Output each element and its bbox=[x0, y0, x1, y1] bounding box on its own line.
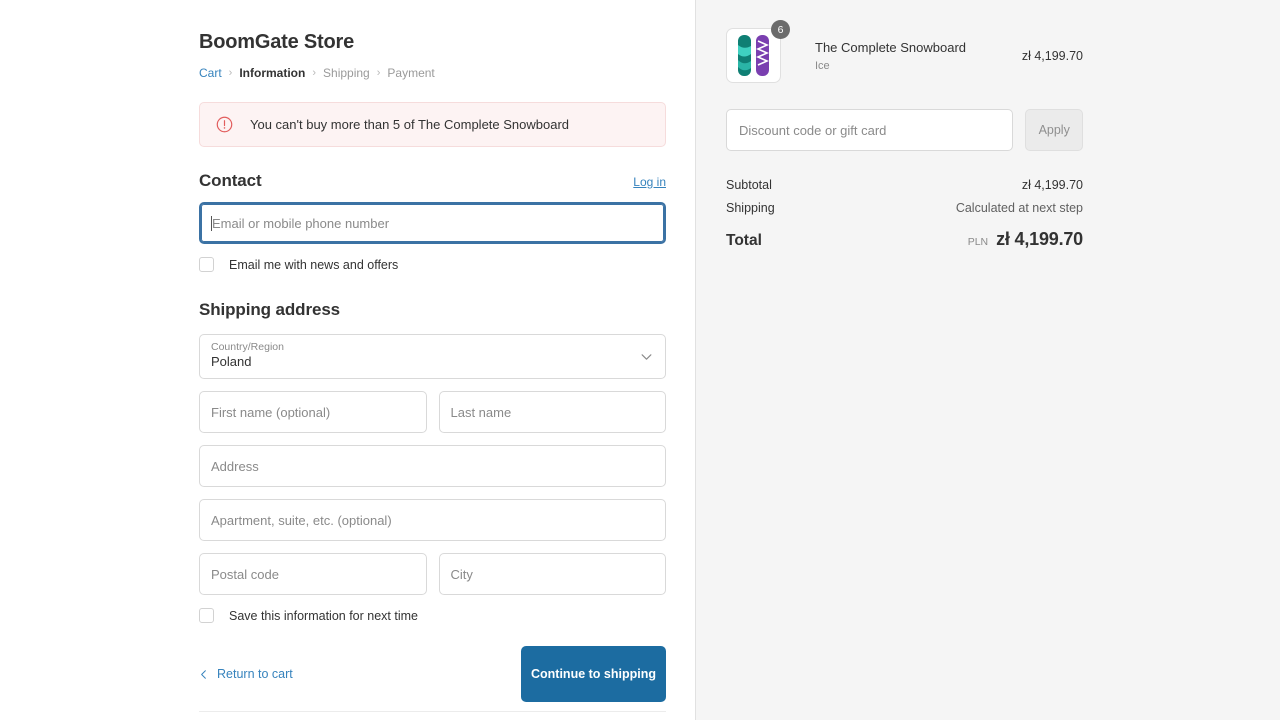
line-item: 6 The Complete Snowboard Ice zł 4,199.70 bbox=[726, 20, 1083, 83]
total-currency-code: PLN bbox=[967, 236, 989, 248]
name-fields-row: First name (optional) Last name bbox=[199, 391, 666, 433]
footer-divider bbox=[199, 711, 666, 712]
quantity-badge: 6 bbox=[771, 20, 790, 39]
order-summary-panel: 6 The Complete Snowboard Ice zł 4,199.70… bbox=[696, 0, 1280, 720]
last-name-input[interactable]: Last name bbox=[438, 391, 666, 433]
log-in-link[interactable]: Log in bbox=[633, 175, 666, 189]
address-placeholder: Address bbox=[211, 458, 259, 474]
postal-code-input[interactable]: Postal code bbox=[199, 553, 427, 595]
save-info-checkbox[interactable] bbox=[199, 608, 214, 623]
shipping-label: Shipping bbox=[726, 201, 775, 215]
shipping-row: Shipping Calculated at next step bbox=[726, 201, 1083, 215]
chevron-left-icon bbox=[201, 669, 206, 679]
contact-title: Contact bbox=[199, 171, 262, 190]
continue-to-shipping-button[interactable]: Continue to shipping bbox=[521, 646, 666, 702]
subtotal-row: Subtotal zł 4,199.70 bbox=[726, 178, 1083, 192]
breadcrumb: Cart › Information › Shipping › Payment bbox=[199, 66, 666, 80]
error-circle-icon bbox=[216, 116, 233, 133]
newsletter-checkbox-row[interactable]: Email me with news and offers bbox=[199, 257, 666, 272]
country-region-value: Poland bbox=[211, 354, 252, 369]
country-region-label: Country/Region bbox=[211, 341, 284, 353]
breadcrumb-payment: Payment bbox=[387, 66, 435, 80]
postal-city-row: Postal code City bbox=[199, 553, 666, 595]
address-input[interactable]: Address bbox=[199, 445, 666, 487]
newsletter-checkbox[interactable] bbox=[199, 257, 214, 272]
newsletter-label: Email me with news and offers bbox=[229, 257, 399, 272]
form-actions: Return to cart Continue to shipping bbox=[199, 646, 666, 702]
store-name: BoomGate Store bbox=[199, 31, 355, 53]
error-banner-text: You can't buy more than 5 of The Complet… bbox=[250, 117, 570, 132]
save-info-label: Save this information for next time bbox=[229, 608, 418, 623]
first-name-placeholder: First name (optional) bbox=[211, 404, 331, 420]
checkout-page: BoomGate Store Cart › Information › Ship… bbox=[0, 0, 1280, 720]
postal-code-placeholder: Postal code bbox=[211, 566, 279, 582]
breadcrumb-separator: › bbox=[312, 67, 317, 79]
breadcrumb-shipping: Shipping bbox=[323, 66, 370, 80]
line-item-title: The Complete Snowboard bbox=[815, 40, 967, 55]
contact-section-header: Contact Log in bbox=[199, 171, 666, 191]
discount-code-placeholder: Discount code or gift card bbox=[739, 122, 887, 138]
country-region-select[interactable]: Country/Region Poland bbox=[199, 334, 666, 379]
product-thumbnail bbox=[726, 28, 781, 83]
snowboard-image bbox=[737, 35, 769, 76]
last-name-placeholder: Last name bbox=[450, 404, 512, 420]
email-input-placeholder: Email or mobile phone number bbox=[212, 215, 390, 231]
first-name-input[interactable]: First name (optional) bbox=[199, 391, 427, 433]
line-item-details: The Complete Snowboard Ice bbox=[815, 39, 1022, 72]
grand-total-row: Total PLN zł 4,199.70 bbox=[726, 229, 1083, 250]
checkout-main-column: BoomGate Store Cart › Information › Ship… bbox=[0, 0, 696, 720]
return-to-cart-link[interactable]: Return to cart bbox=[199, 667, 293, 681]
error-banner: You can't buy more than 5 of The Complet… bbox=[199, 102, 666, 147]
breadcrumb-separator: › bbox=[376, 67, 381, 79]
totals-section: Subtotal zł 4,199.70 Shipping Calculated… bbox=[726, 178, 1083, 250]
line-item-thumbnail-wrap: 6 bbox=[726, 20, 790, 83]
apartment-placeholder: Apartment, suite, etc. (optional) bbox=[211, 512, 392, 528]
discount-row: Discount code or gift card Apply bbox=[726, 109, 1083, 151]
breadcrumb-information: Information bbox=[239, 66, 306, 80]
breadcrumb-cart[interactable]: Cart bbox=[199, 66, 222, 80]
line-item-price: zł 4,199.70 bbox=[1021, 48, 1083, 63]
city-placeholder: City bbox=[450, 566, 473, 582]
email-input[interactable]: Email or mobile phone number bbox=[199, 202, 666, 244]
total-label: Total bbox=[726, 232, 762, 249]
breadcrumb-separator: › bbox=[228, 67, 233, 79]
total-amount-group: PLN zł 4,199.70 bbox=[967, 229, 1084, 250]
subtotal-value: zł 4,199.70 bbox=[1021, 178, 1083, 192]
city-input[interactable]: City bbox=[438, 553, 666, 595]
save-info-checkbox-row[interactable]: Save this information for next time bbox=[199, 608, 666, 623]
apply-discount-button[interactable]: Apply bbox=[1025, 109, 1083, 151]
line-item-variant: Ice bbox=[815, 60, 830, 72]
apartment-input[interactable]: Apartment, suite, etc. (optional) bbox=[199, 499, 666, 541]
total-amount: zł 4,199.70 bbox=[996, 229, 1083, 249]
discount-code-input[interactable]: Discount code or gift card bbox=[726, 109, 1014, 151]
shipping-value: Calculated at next step bbox=[955, 201, 1083, 215]
subtotal-label: Subtotal bbox=[726, 178, 772, 192]
chevron-down-icon bbox=[641, 353, 652, 360]
return-to-cart-label: Return to cart bbox=[217, 667, 293, 681]
shipping-address-title: Shipping address bbox=[199, 300, 341, 319]
